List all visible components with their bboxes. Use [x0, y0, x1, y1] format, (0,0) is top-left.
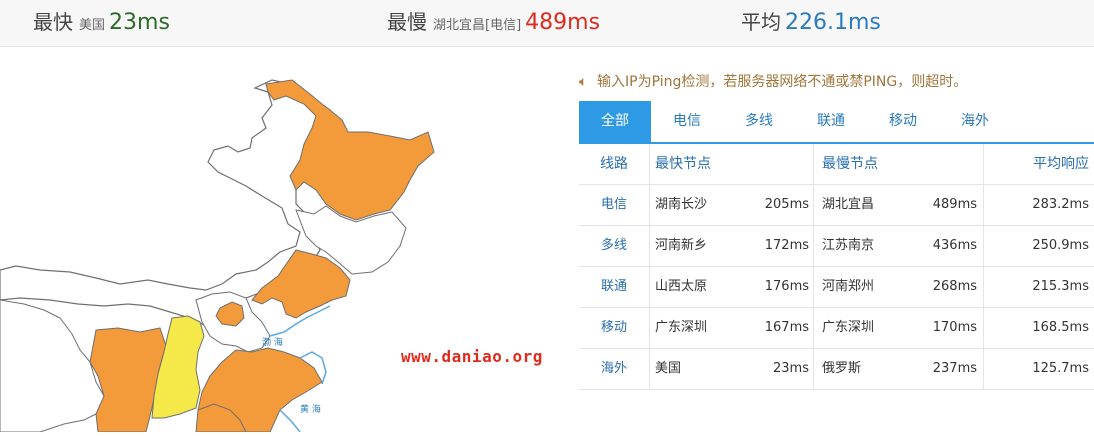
table-row: 联通 山西太原 176ms 河南郑州 268ms 215.3ms [579, 267, 1094, 308]
tab-overseas[interactable]: 海外 [939, 101, 1011, 142]
row-avg: 168.5ms [1032, 320, 1089, 335]
isp-tabs: 全部 电信 多线 联通 移动 海外 [579, 101, 1094, 144]
notice-text: 输入IP为Ping检测，若服务器网络不通或禁PING，则超时。 [597, 74, 968, 90]
tab-mobile[interactable]: 移动 [867, 101, 939, 142]
slowest-label: 最慢 [387, 10, 427, 34]
row-slow-node: 广东深圳 [822, 320, 875, 335]
region-west[interactable] [0, 299, 105, 433]
row-slow-ms: 268ms [932, 279, 977, 294]
row-line: 多线 [600, 238, 627, 253]
map-svg: 渤 海 黄 海 [0, 79, 435, 433]
row-slow-node: 湖北宜昌 [822, 197, 875, 212]
table-row: 移动 广东深圳 167ms 广东深圳 170ms 168.5ms [579, 308, 1094, 349]
row-avg: 125.7ms [1032, 361, 1089, 376]
summary-bar: 最快 美国 23ms 最慢 湖北宜昌[电信] 489ms 平均 226.1ms [0, 0, 1094, 47]
row-fast-node: 河南新乡 [655, 238, 708, 253]
row-line: 海外 [600, 361, 627, 376]
row-slow-node: 江苏南京 [822, 238, 875, 253]
header-fastest: 最快节点 [655, 156, 711, 172]
row-fast-ms: 176ms [764, 279, 809, 294]
table-header: 线路 最快节点 最慢节点 平均响应 [579, 144, 1094, 185]
table-row: 海外 美国 23ms 俄罗斯 237ms 125.7ms [579, 349, 1094, 390]
row-fast-ms: 167ms [764, 320, 809, 335]
china-ping-map: 渤 海 黄 海 [0, 48, 578, 433]
row-avg: 250.9ms [1032, 238, 1089, 253]
slowest-summary: 最慢 湖北宜昌[电信] 489ms [387, 6, 600, 35]
row-avg: 283.2ms [1032, 197, 1089, 212]
fastest-summary: 最快 美国 23ms [33, 6, 170, 35]
ping-notice: 🔈︎ 输入IP为Ping检测，若服务器网络不通或禁PING，则超时。 [579, 71, 967, 91]
average-value: 226.1ms [785, 10, 881, 35]
table-row: 电信 湖南长沙 205ms 湖北宜昌 489ms 283.2ms [579, 185, 1094, 226]
header-slowest: 最慢节点 [822, 156, 878, 172]
fastest-label: 最快 [33, 10, 73, 34]
slowest-location: 湖北宜昌[电信] [433, 18, 522, 33]
row-fast-ms: 205ms [764, 197, 809, 212]
tab-all[interactable]: 全部 [579, 101, 651, 142]
header-average: 平均响应 [1033, 156, 1089, 172]
fastest-value: 23ms [109, 10, 170, 35]
header-line: 线路 [600, 156, 628, 172]
sea-label-bohai: 渤 海 [262, 336, 283, 348]
tab-unicom[interactable]: 联通 [795, 101, 867, 142]
row-slow-ms: 436ms [932, 238, 977, 253]
row-fast-node: 湖南长沙 [655, 197, 708, 212]
tab-telecom[interactable]: 电信 [651, 101, 723, 142]
row-slow-node: 河南郑州 [822, 279, 875, 294]
row-slow-ms: 237ms [932, 361, 977, 376]
average-summary: 平均 226.1ms [741, 6, 881, 35]
row-fast-node: 广东深圳 [655, 320, 708, 335]
row-line: 移动 [600, 320, 627, 335]
row-fast-node: 美国 [655, 361, 682, 376]
row-avg: 215.3ms [1032, 279, 1089, 294]
row-fast-node: 山西太原 [655, 279, 708, 294]
row-fast-ms: 23ms [773, 361, 809, 376]
table-row: 多线 河南新乡 172ms 江苏南京 436ms 250.9ms [579, 226, 1094, 267]
sea-label-yellow-sea: 黄 海 [300, 403, 321, 415]
average-label: 平均 [741, 10, 781, 34]
tab-multiline[interactable]: 多线 [723, 101, 795, 142]
slowest-value: 489ms [525, 10, 601, 35]
row-slow-ms: 489ms [932, 197, 977, 212]
row-line: 电信 [600, 197, 627, 212]
speaker-icon: 🔈︎ [579, 74, 588, 90]
fastest-location: 美国 [79, 18, 106, 33]
row-slow-ms: 170ms [932, 320, 977, 335]
row-slow-node: 俄罗斯 [822, 361, 862, 376]
row-fast-ms: 172ms [764, 238, 809, 253]
ping-results-table: 线路 最快节点 最慢节点 平均响应 电信 湖南长沙 205ms 湖北宜昌 489… [579, 144, 1094, 390]
watermark-text: www.daniao.org [401, 347, 543, 366]
row-line: 联通 [600, 279, 627, 294]
